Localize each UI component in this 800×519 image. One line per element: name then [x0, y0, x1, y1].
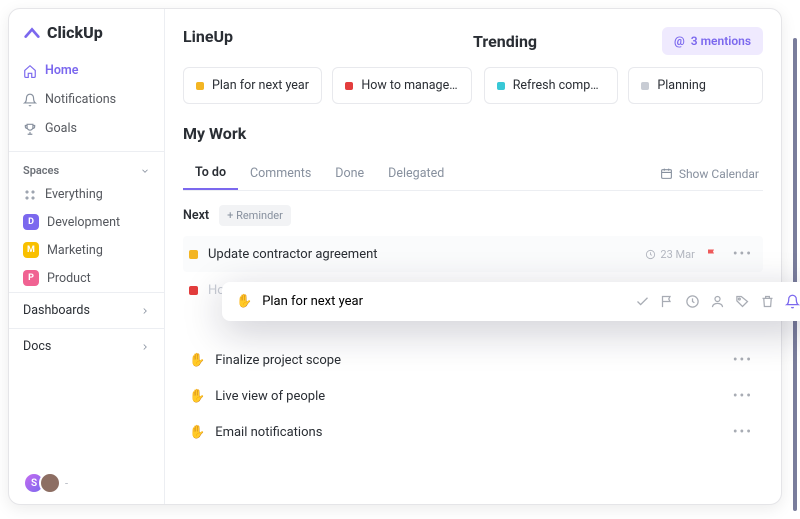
- clickup-logo-icon: [23, 24, 41, 42]
- chevron-down-icon: [140, 166, 150, 176]
- tab-delegated[interactable]: Delegated: [376, 158, 456, 189]
- calendar-icon: [660, 167, 673, 180]
- hand-icon: ✋: [189, 389, 205, 404]
- status-dot-icon: [641, 82, 649, 90]
- task-title: Finalize project scope: [215, 353, 719, 368]
- hand-icon: ✋: [189, 425, 205, 440]
- flag-icon[interactable]: [705, 248, 719, 260]
- task-more-button[interactable]: •••: [729, 352, 757, 368]
- lineup-section: LineUp: [183, 27, 473, 46]
- tag-icon[interactable]: [735, 294, 750, 309]
- tab-done[interactable]: Done: [323, 158, 376, 189]
- space-marketing[interactable]: M Marketing: [9, 236, 164, 264]
- space-label: Marketing: [47, 243, 103, 258]
- space-label: Development: [47, 215, 120, 230]
- status-dot-icon: [196, 82, 204, 90]
- mywork-title: My Work: [183, 124, 763, 143]
- status-dot-icon: [189, 250, 198, 259]
- bell-icon: [23, 93, 37, 107]
- nav-label: Home: [45, 63, 79, 78]
- mywork-tabs: To do Comments Done Delegated Show Calen…: [183, 157, 763, 191]
- app-window: ClickUp Home Notifications Goals Spaces: [8, 8, 782, 505]
- task-more-button[interactable]: •••: [729, 246, 757, 262]
- lineup-card[interactable]: How to manage...: [332, 67, 471, 104]
- user-icon[interactable]: [710, 294, 725, 309]
- nav-goals[interactable]: Goals: [9, 114, 164, 143]
- lineup-card[interactable]: Plan for next year: [183, 67, 322, 104]
- space-label: Product: [47, 271, 91, 286]
- hand-icon: ✋: [189, 353, 205, 368]
- home-icon: [23, 64, 37, 78]
- user-avatars[interactable]: S -: [9, 472, 164, 494]
- task-title: Email notifications: [215, 425, 719, 440]
- task-row[interactable]: ✋ Email notifications •••: [183, 414, 763, 450]
- card-label: How to manage...: [361, 78, 458, 93]
- task-title: Update contractor agreement: [208, 247, 635, 262]
- at-icon: @: [674, 34, 685, 48]
- trophy-icon: [23, 122, 37, 136]
- brand-logo[interactable]: ClickUp: [9, 23, 164, 56]
- trash-icon[interactable]: [760, 294, 775, 309]
- next-label: Next: [183, 208, 209, 223]
- nav-dashboards[interactable]: Dashboards: [9, 292, 164, 328]
- clock-icon[interactable]: [685, 294, 700, 309]
- status-dot-icon: [189, 286, 198, 295]
- space-badge-icon: D: [23, 214, 39, 230]
- brand-name: ClickUp: [47, 23, 103, 42]
- trending-section: Trending @ 3 mentions: [473, 27, 763, 55]
- nav-home[interactable]: Home: [9, 56, 164, 85]
- space-development[interactable]: D Development: [9, 208, 164, 236]
- chevron-right-icon: [140, 306, 150, 316]
- grid-icon: [23, 188, 37, 202]
- tab-comments[interactable]: Comments: [238, 158, 323, 189]
- space-everything[interactable]: Everything: [9, 181, 164, 208]
- status-dot-icon: [497, 82, 505, 90]
- trending-title: Trending: [473, 32, 537, 51]
- task-date: 23 Mar: [645, 248, 694, 261]
- check-icon[interactable]: [635, 294, 650, 309]
- hand-icon: ✋: [236, 294, 252, 309]
- mentions-button[interactable]: @ 3 mentions: [662, 27, 763, 55]
- popover-title: Plan for next year: [262, 294, 363, 309]
- trending-card[interactable]: Planning: [628, 67, 763, 104]
- space-badge-icon: P: [23, 270, 39, 286]
- card-label: Refresh compan...: [513, 78, 606, 93]
- sidebar: ClickUp Home Notifications Goals Spaces: [9, 9, 165, 504]
- status-dot-icon: [345, 82, 353, 90]
- task-row[interactable]: ✋ Finalize project scope •••: [183, 342, 763, 378]
- task-more-button[interactable]: •••: [729, 424, 757, 440]
- task-title: Live view of people: [215, 389, 719, 404]
- space-badge-icon: M: [23, 242, 39, 258]
- show-calendar-button[interactable]: Show Calendar: [660, 167, 763, 181]
- main-content: LineUp Trending @ 3 mentions Plan for ne…: [165, 9, 781, 504]
- nav-label: Notifications: [45, 92, 116, 107]
- task-actions-popover: ✋ Plan for next year: [222, 282, 800, 321]
- clock-icon: [645, 249, 656, 260]
- card-label: Plan for next year: [212, 78, 309, 93]
- bell-icon[interactable]: [785, 294, 800, 309]
- task-more-button[interactable]: •••: [729, 388, 757, 404]
- tab-todo[interactable]: To do: [183, 157, 238, 190]
- avatar[interactable]: [39, 472, 61, 494]
- space-product[interactable]: P Product: [9, 264, 164, 292]
- card-label: Planning: [657, 78, 706, 93]
- task-list: Update contractor agreement 23 Mar ••• H…: [183, 236, 763, 450]
- nav-notifications[interactable]: Notifications: [9, 85, 164, 114]
- nav-label: Goals: [45, 121, 77, 136]
- space-label: Everything: [45, 187, 103, 202]
- task-row[interactable]: Update contractor agreement 23 Mar •••: [183, 236, 763, 272]
- task-row[interactable]: ✋ Live view of people •••: [183, 378, 763, 414]
- lineup-title: LineUp: [183, 27, 473, 46]
- spaces-header[interactable]: Spaces: [9, 151, 164, 181]
- flag-icon[interactable]: [660, 294, 675, 309]
- add-reminder-button[interactable]: + Reminder: [219, 205, 291, 226]
- chevron-right-icon: [140, 342, 150, 352]
- nav-docs[interactable]: Docs: [9, 328, 164, 364]
- trending-card[interactable]: Refresh compan...: [484, 67, 619, 104]
